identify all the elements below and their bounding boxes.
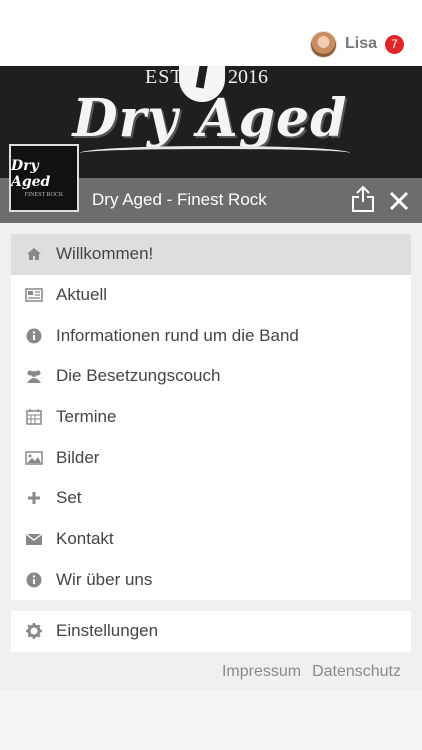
navigation-menu: Willkommen! Aktuell Informationen rund u… <box>11 234 411 600</box>
page-title: Dry Aged - Finest Rock <box>92 190 267 209</box>
users-icon <box>27 370 41 384</box>
menu-item-aktuell[interactable]: Aktuell <box>11 275 411 316</box>
gear-icon <box>26 623 42 640</box>
close-icon[interactable] <box>388 190 410 212</box>
envelope-icon <box>25 533 43 546</box>
band-logo: Dry Aged FINEST ROCK <box>9 144 79 212</box>
banner-year: 2016 <box>228 66 268 88</box>
menu-item-label: Die Besetzungscouch <box>56 366 221 386</box>
menu-item-einstellungen[interactable]: Einstellungen <box>11 611 411 652</box>
user-menu[interactable]: Lisa 7 <box>309 30 404 58</box>
info-icon <box>26 572 42 588</box>
banner-title: Dry Aged <box>72 88 348 149</box>
info-icon <box>26 328 42 344</box>
menu-item-label: Informationen rund um die Band <box>56 325 299 345</box>
notification-badge[interactable]: 7 <box>385 34 404 54</box>
menu-item-label: Bilder <box>56 447 100 467</box>
menu-item-label: Wir über uns <box>56 569 153 589</box>
logo-subtitle: FINEST ROCK <box>24 192 64 198</box>
menu-item-wir-ueber-uns[interactable]: Wir über uns <box>11 560 411 601</box>
bottom-area <box>0 690 422 750</box>
menu-item-besetzungscouch[interactable]: Die Besetzungscouch <box>11 356 411 397</box>
image-icon <box>25 451 43 465</box>
menu-item-label: Kontakt <box>56 529 114 549</box>
menu-item-willkommen[interactable]: Willkommen! <box>11 234 411 275</box>
calendar-icon <box>26 409 42 425</box>
menu-item-termine[interactable]: Termine <box>11 397 411 438</box>
avatar[interactable] <box>309 30 337 58</box>
menu-item-set[interactable]: Set <box>11 478 411 519</box>
impressum-link[interactable]: Impressum <box>222 663 301 681</box>
menu-item-label: Set <box>56 488 82 508</box>
menu-item-bilder[interactable]: Bilder <box>11 437 411 478</box>
user-name[interactable]: Lisa <box>345 35 377 53</box>
plus-icon <box>28 492 40 505</box>
datenschutz-link[interactable]: Datenschutz <box>312 663 401 681</box>
share-icon[interactable] <box>351 185 375 213</box>
footer-links: Impressum Datenschutz <box>222 663 401 681</box>
logo-title: Dry Aged <box>11 158 51 190</box>
settings-panel: Einstellungen <box>11 611 411 652</box>
newspaper-icon <box>25 288 43 302</box>
home-icon <box>27 248 41 261</box>
menu-item-label: Termine <box>56 407 117 427</box>
menu-item-label: Einstellungen <box>56 621 159 641</box>
menu-item-kontakt[interactable]: Kontakt <box>11 519 411 560</box>
menu-item-label: Aktuell <box>56 285 108 305</box>
menu-item-label: Willkommen! <box>56 244 154 264</box>
banner-swoosh <box>80 146 350 160</box>
top-bar: Lisa 7 <box>0 0 422 66</box>
menu-item-informationen[interactable]: Informationen rund um die Band <box>11 315 411 356</box>
